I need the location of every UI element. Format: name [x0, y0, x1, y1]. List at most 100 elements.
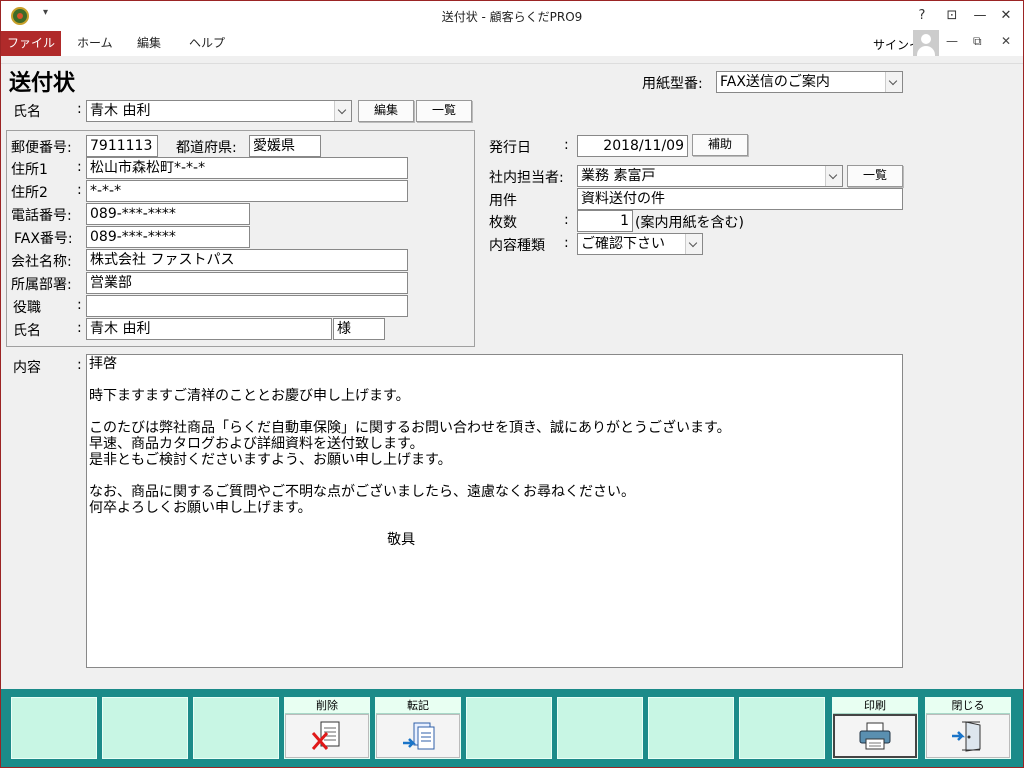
fkey-print-label: 印刷: [833, 698, 917, 714]
fkey-transfer-face[interactable]: [376, 714, 460, 758]
window-title: 送付状 - 顧客らくだPRO9: [441, 10, 583, 24]
content-colon: :: [77, 357, 82, 373]
list-button[interactable]: 一覧: [416, 100, 472, 122]
name-colon: :: [77, 101, 82, 117]
name2-colon: :: [77, 320, 82, 336]
chevron-down-icon[interactable]: [685, 234, 702, 254]
staff-list-button[interactable]: 一覧: [847, 165, 903, 187]
fkey-close-face[interactable]: [926, 714, 1010, 758]
address2-colon: :: [77, 182, 82, 198]
content-line: なお、商品に関するご質問やご不明な点がございましたら、遠慮なくお尋ねください。: [89, 484, 635, 500]
fkey-delete-face[interactable]: [285, 714, 369, 758]
avatar[interactable]: [913, 30, 939, 56]
position-field[interactable]: [86, 295, 408, 317]
pages-note: (案内用紙を含む): [635, 215, 744, 231]
name-select[interactable]: 青木 由利: [86, 100, 352, 122]
fkey-print[interactable]: 印刷: [832, 697, 918, 759]
fkey-transfer[interactable]: 転記: [375, 697, 461, 759]
fkey-delete-label: 削除: [285, 698, 369, 714]
issue-date-field[interactable]: 2018/11/09: [577, 135, 688, 157]
phone-label: 電話番号:: [11, 208, 72, 224]
paper-type-select[interactable]: FAX送信のご案内: [716, 71, 903, 93]
menu-file[interactable]: ファイル: [1, 31, 61, 56]
content-kind-value: ご確認下さい: [581, 236, 665, 252]
issue-date-label: 発行日: [489, 140, 531, 156]
minimize-button[interactable]: —: [969, 5, 991, 27]
fkey-print-face[interactable]: [833, 714, 917, 758]
fkey-8[interactable]: [648, 697, 734, 759]
fax-field[interactable]: 089-***-****: [86, 226, 250, 248]
assist-button[interactable]: 補助: [692, 134, 748, 156]
content-line: 何卒よろしくお願い申し上げます。: [89, 500, 312, 516]
close-button[interactable]: ✕: [995, 5, 1017, 27]
fkey-7[interactable]: [557, 697, 643, 759]
address1-field[interactable]: 松山市森松町*-*-*: [86, 157, 408, 179]
help-button[interactable]: ?: [911, 5, 933, 27]
department-field[interactable]: 営業部: [86, 272, 408, 294]
name2-label: 氏名: [13, 323, 41, 339]
menu-bar: ファイル ホーム 編集 ヘルプ サインイン — ⧉ ✕: [1, 30, 1023, 56]
address1-colon: :: [77, 159, 82, 175]
content-line: [89, 468, 900, 484]
menu-edit[interactable]: 編集: [131, 31, 167, 56]
pages-colon: :: [564, 212, 569, 228]
fkey-6[interactable]: [466, 697, 552, 759]
content-line: 敬具: [89, 532, 416, 548]
fkey-1[interactable]: [11, 697, 97, 759]
menu-help[interactable]: ヘルプ: [183, 31, 231, 56]
pages-field[interactable]: 1: [577, 210, 633, 232]
prefecture-field[interactable]: 愛媛県: [249, 135, 321, 157]
subject-field[interactable]: 資料送付の件: [577, 188, 903, 210]
function-key-bar: 削除 転記 印刷 閉じる: [1, 689, 1023, 767]
ribbon-options-button[interactable]: ⊡: [941, 5, 963, 27]
content-line: [89, 372, 900, 388]
content-textarea[interactable]: 拝啓 時下ますますご清祥のこととお慶び申し上げます。 このたびは弊社商品「らくだ…: [86, 354, 903, 668]
address1-label: 住所1: [11, 162, 48, 178]
transfer-doc-icon: [403, 722, 435, 750]
content-kind-label: 内容種類: [489, 238, 545, 254]
staff-select[interactable]: 業務 素富戸: [577, 165, 843, 187]
name-label: 氏名: [13, 104, 41, 120]
fkey-9[interactable]: [739, 697, 825, 759]
delete-doc-icon: [311, 721, 340, 750]
prefecture-label: 都道府県:: [176, 140, 237, 156]
fkey-close-label: 閉じる: [926, 698, 1010, 714]
postal-field[interactable]: 7911113: [86, 135, 158, 157]
fkey-2[interactable]: [102, 697, 188, 759]
menu-home[interactable]: ホーム: [71, 31, 119, 56]
phone-field[interactable]: 089-***-****: [86, 203, 250, 225]
issue-date-colon: :: [564, 137, 569, 153]
edit-button[interactable]: 編集: [358, 100, 414, 122]
mdi-minimize-button[interactable]: —: [946, 34, 958, 48]
name2-field[interactable]: 青木 由利: [86, 318, 332, 340]
paper-type-value: FAX送信のご案内: [720, 74, 830, 90]
fkey-transfer-label: 転記: [376, 698, 460, 714]
chevron-down-icon[interactable]: [334, 101, 351, 121]
content-line: このたびは弊社商品「らくだ自動車保険」に関するお問い合わせを頂き、誠にありがとう…: [89, 420, 731, 436]
pages-label: 枚数: [489, 215, 517, 231]
address2-field[interactable]: *-*-*: [86, 180, 408, 202]
content-line: [89, 404, 900, 420]
content-label: 内容: [13, 360, 41, 376]
staff-value: 業務 素富戸: [581, 168, 656, 184]
mdi-restore-button[interactable]: ⧉: [973, 34, 982, 49]
exit-door-icon: [952, 721, 981, 752]
fax-label: FAX番号:: [14, 231, 73, 247]
subject-label: 用件: [489, 193, 517, 209]
company-field[interactable]: 株式会社 ファストパス: [86, 249, 408, 271]
mdi-close-button[interactable]: ✕: [1001, 34, 1011, 48]
content-line: 是非ともご検討くださいますよう、お願い申し上げます。: [89, 452, 452, 468]
app-window: ▾ 送付状 - 顧客らくだPRO9 ? ⊡ — ✕ ファイル ホーム 編集 ヘル…: [0, 0, 1024, 768]
chevron-down-icon[interactable]: [825, 166, 842, 186]
content-line: [89, 516, 900, 532]
printer-icon: [859, 722, 891, 750]
honorific-field[interactable]: 様: [333, 318, 385, 340]
fkey-3[interactable]: [193, 697, 279, 759]
ribbon-collapsed-area: [1, 56, 1023, 64]
fkey-close[interactable]: 閉じる: [925, 697, 1011, 759]
chevron-down-icon[interactable]: [885, 72, 902, 92]
content-line: 早速、商品カタログおよび詳細資料を送付致します。: [89, 436, 424, 452]
content-kind-colon: :: [564, 235, 569, 251]
fkey-delete[interactable]: 削除: [284, 697, 370, 759]
content-kind-select[interactable]: ご確認下さい: [577, 233, 703, 255]
